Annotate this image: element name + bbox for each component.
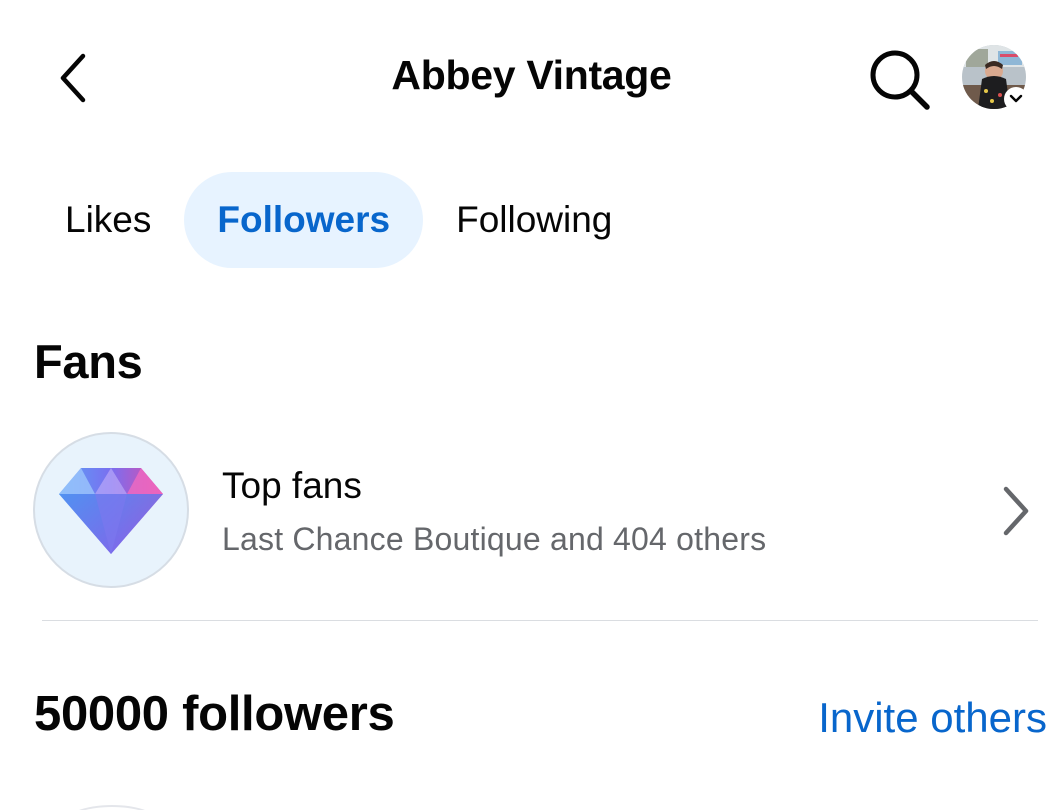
tab-bar: Likes Followers Following xyxy=(32,172,645,268)
profile-switcher-button[interactable] xyxy=(962,45,1030,111)
avatar-menu-badge xyxy=(1004,87,1028,111)
chevron-down-icon xyxy=(1009,94,1023,103)
tab-likes[interactable]: Likes xyxy=(32,172,184,268)
search-icon xyxy=(870,50,930,110)
section-divider xyxy=(42,620,1038,621)
search-button[interactable] xyxy=(860,42,940,118)
follower-avatar-peek xyxy=(62,805,162,810)
top-fans-subtitle: Last Chance Boutique and 404 others xyxy=(222,521,767,557)
diamond-icon xyxy=(59,468,163,554)
top-fans-row[interactable]: Top fans Last Chance Boutique and 404 ot… xyxy=(30,428,1040,594)
invite-others-link[interactable]: Invite others xyxy=(818,694,1047,742)
fans-section-title: Fans xyxy=(34,335,143,388)
top-fans-badge xyxy=(33,432,189,588)
tab-followers[interactable]: Followers xyxy=(184,172,424,268)
top-fans-title: Top fans xyxy=(222,465,362,506)
chevron-right-icon xyxy=(993,480,1037,542)
top-bar: Abbey Vintage xyxy=(0,0,1063,160)
tab-following[interactable]: Following xyxy=(423,172,645,268)
followers-count: 50000 followers xyxy=(34,687,395,741)
